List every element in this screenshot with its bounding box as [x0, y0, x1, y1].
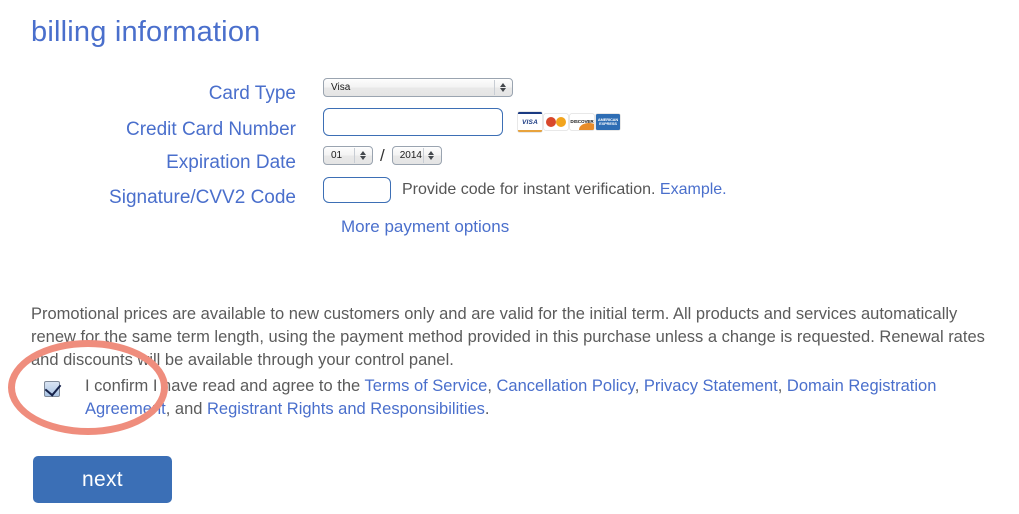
amex-logo: AMERICAN EXPRESS — [596, 114, 620, 130]
expiration-separator: / — [380, 146, 385, 165]
next-button[interactable]: next — [33, 456, 172, 503]
page-title: billing information — [31, 16, 261, 48]
terms-confirmation-text: I confirm I have read and agree to the T… — [85, 377, 937, 418]
chevron-updown-icon[interactable] — [422, 148, 439, 163]
chevron-updown-icon[interactable] — [354, 148, 370, 163]
cvv2-input[interactable] — [323, 177, 391, 203]
mastercard-logo — [544, 114, 568, 130]
credit-card-number-input[interactable] — [323, 108, 503, 136]
cvv2-control: Provide code for instant verification. E… — [318, 177, 1019, 203]
terms-checkbox[interactable] — [44, 379, 62, 397]
amex-logo-line2: EXPRESS — [599, 121, 617, 126]
more-payment-options-link[interactable]: More payment options — [341, 217, 509, 236]
expiration-date-control: 01 / 2014 — [318, 146, 1019, 165]
form-row-card-type: Card Type Visa — [0, 78, 1019, 108]
expiration-month-select[interactable]: 01 — [323, 146, 373, 165]
terms-link-2[interactable]: Privacy Statement — [644, 377, 778, 395]
checkmark-icon — [44, 379, 62, 397]
form-row-credit-card-number: Credit Card Number VISA DISCOVER AMERICA… — [0, 108, 1019, 146]
cvv2-hint: Provide code for instant verification. E… — [402, 177, 727, 203]
chevron-updown-icon[interactable] — [494, 80, 510, 95]
card-type-select[interactable]: Visa — [323, 78, 513, 97]
promotional-disclaimer: Promotional prices are available to new … — [31, 304, 985, 369]
cvv2-hint-text: Provide code for instant verification. — [402, 181, 656, 198]
card-type-label: Card Type — [208, 83, 296, 104]
form-row-expiration-date: Expiration Date 01 / 2014 — [0, 146, 1019, 177]
expiration-date-label: Expiration Date — [166, 152, 296, 173]
credit-card-number-label: Credit Card Number — [126, 119, 296, 140]
cvv2-example-link[interactable]: Example. — [660, 181, 727, 198]
card-type-control: Visa — [318, 78, 1019, 97]
discover-logo: DISCOVER — [570, 114, 594, 130]
visa-logo: VISA — [518, 112, 542, 132]
accepted-card-logos: VISA DISCOVER AMERICAN EXPRESS — [518, 112, 620, 132]
more-payment-options-row: More payment options — [0, 217, 1019, 237]
terms-link-1[interactable]: Cancellation Policy — [497, 377, 635, 395]
discover-logo-text: DISCOVER — [570, 118, 594, 124]
terms-link-4[interactable]: Registrant Rights and Responsibilities — [207, 400, 485, 418]
card-type-selected-value: Visa — [331, 82, 351, 93]
cvv2-label: Signature/CVV2 Code — [109, 187, 296, 208]
confirmation-row: I confirm I have read and agree to the T… — [44, 375, 994, 421]
terms-link-0[interactable]: Terms of Service — [364, 377, 487, 395]
billing-form: Card Type Visa Credit Card Number VISA D… — [0, 78, 1019, 237]
visa-logo-text: VISA — [522, 118, 538, 126]
credit-card-number-control: VISA DISCOVER AMERICAN EXPRESS — [318, 108, 1019, 136]
expiration-year-select[interactable]: 2014 — [391, 146, 442, 165]
form-row-cvv2: Signature/CVV2 Code Provide code for ins… — [0, 177, 1019, 211]
